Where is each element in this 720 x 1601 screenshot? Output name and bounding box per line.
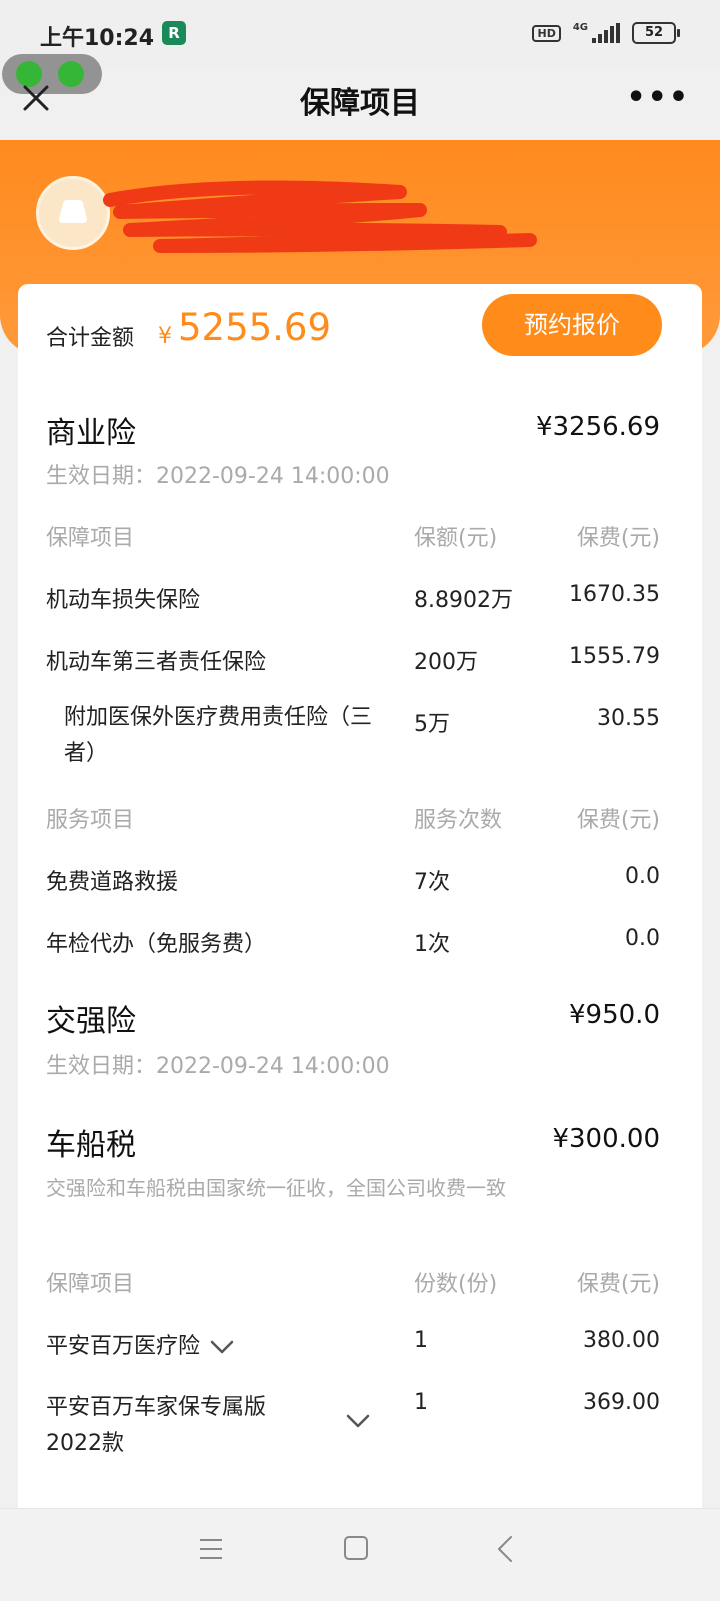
battery-icon: 52 xyxy=(632,22,680,44)
app-notification-icon: R xyxy=(162,21,186,45)
system-navigation-bar xyxy=(0,1508,720,1601)
header-service-count: 服务次数 xyxy=(414,808,503,833)
more-menu-button[interactable]: ••• xyxy=(626,80,690,115)
service-count: 1次 xyxy=(414,932,450,957)
chevron-down-icon[interactable] xyxy=(346,1414,370,1428)
service-name: 免费道路救援 xyxy=(46,870,179,895)
status-bar: 上午10:24 R HD 4G 52 xyxy=(0,0,720,68)
item-premium: 30.55 xyxy=(597,706,660,731)
compulsory-amount: ¥950.0 xyxy=(569,1000,660,1030)
header-premium: 保费(元) xyxy=(576,526,660,551)
header-coverage-item: 保障项目 xyxy=(46,1272,135,1297)
extra-item-name: 平安百万医疗险 xyxy=(46,1334,201,1359)
status-indicators: HD 4G 52 xyxy=(532,22,680,44)
service-premium: 0.0 xyxy=(625,926,660,951)
total-amount: 5255.69 xyxy=(178,306,332,349)
header-premium: 保费(元) xyxy=(576,808,660,833)
home-icon[interactable] xyxy=(343,1535,369,1561)
car-avatar xyxy=(36,176,110,250)
tax-note: 交强险和车船税由国家统一征收，全国公司收费一致 xyxy=(46,1176,506,1200)
service-count: 7次 xyxy=(414,870,450,895)
total-label: 合计金额 xyxy=(46,326,135,351)
header-quantity: 份数(份) xyxy=(414,1272,498,1297)
network-type: 4G xyxy=(572,22,588,33)
item-name: 机动车损失保险 xyxy=(46,588,201,613)
service-name: 年检代办（免服务费） xyxy=(46,932,267,957)
service-premium: 0.0 xyxy=(625,864,660,889)
compulsory-title: 交强险 xyxy=(46,1004,136,1039)
header-coverage-amount: 保额(元) xyxy=(414,526,498,551)
back-icon[interactable] xyxy=(496,1535,514,1563)
compulsory-effective-date: 生效日期：2022-09-24 14:00:00 xyxy=(46,1054,390,1079)
extra-item-premium: 369.00 xyxy=(583,1390,660,1415)
extra-item-name: 平安百万车家保专属版2022款 xyxy=(46,1395,267,1456)
item-premium: 1670.35 xyxy=(569,582,660,607)
item-premium: 1555.79 xyxy=(569,644,660,669)
item-coverage: 5万 xyxy=(414,712,450,737)
extra-item-label-wrap: 平安百万医疗险 xyxy=(46,1328,234,1360)
redacted-plate-scribble xyxy=(103,180,537,253)
extra-item-qty: 1 xyxy=(414,1328,428,1353)
signal-icon xyxy=(592,23,620,43)
extra-item-qty: 1 xyxy=(414,1390,428,1415)
tax-title: 车船税 xyxy=(46,1128,136,1163)
car-icon xyxy=(59,200,87,223)
book-quote-button[interactable]: 预约报价 xyxy=(482,294,662,356)
item-name: 附加医保外医疗费用责任险（三者） xyxy=(64,705,373,766)
item-coverage: 200万 xyxy=(414,650,478,675)
header-coverage-item: 保障项目 xyxy=(46,526,135,551)
extra-item-premium: 380.00 xyxy=(583,1328,660,1353)
chevron-down-icon[interactable] xyxy=(210,1340,234,1354)
tax-amount: ¥300.00 xyxy=(552,1124,660,1154)
header-premium: 保费(元) xyxy=(576,1272,660,1297)
total-currency: ¥ xyxy=(158,324,172,349)
menu-icon[interactable] xyxy=(198,1537,224,1561)
header-service-item: 服务项目 xyxy=(46,808,135,833)
commercial-amount: ¥3256.69 xyxy=(535,412,660,442)
commercial-effective-date: 生效日期：2022-09-24 14:00:00 xyxy=(46,464,390,489)
page-title: 保障项目 xyxy=(300,86,420,121)
coverage-card: 合计金额 ¥ 5255.69 预约报价 商业险 ¥3256.69 生效日期：20… xyxy=(18,284,702,1514)
hd-icon: HD xyxy=(532,24,561,42)
item-name: 机动车第三者责任保险 xyxy=(46,650,267,675)
item-coverage: 8.8902万 xyxy=(414,588,513,613)
status-time: 上午10:24 xyxy=(40,26,155,51)
commercial-title: 商业险 xyxy=(46,416,136,451)
